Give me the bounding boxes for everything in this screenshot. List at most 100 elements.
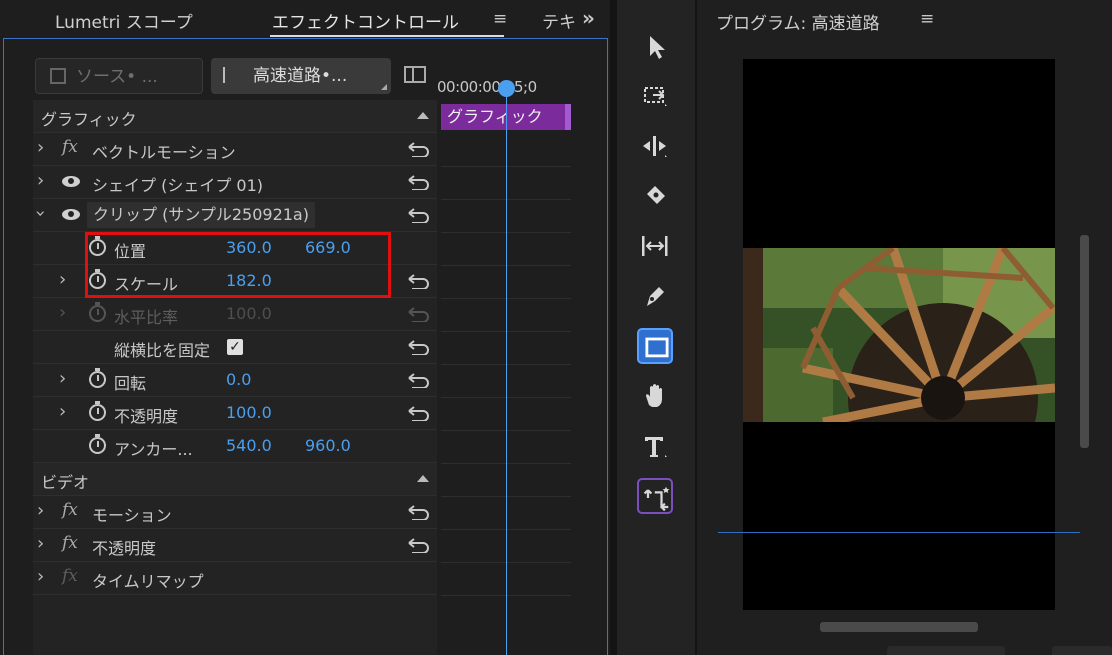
- horizontal-ratio-value: 100.0: [226, 304, 272, 323]
- effect-row-time-remap[interactable]: › fx タイムリマップ: [33, 562, 437, 595]
- active-tab-underline: [270, 35, 504, 37]
- timeline-timecode[interactable]: 00:00:00;05;0: [437, 78, 537, 96]
- sequence-icon: [223, 67, 243, 83]
- effect-name: シェイプ (シェイプ 01): [92, 176, 264, 195]
- reset-icon[interactable]: [406, 537, 430, 553]
- horizontal-scrollbar[interactable]: [820, 622, 978, 632]
- sequence-clip-label: 高速道路•...: [253, 66, 348, 86]
- reset-icon: [408, 307, 429, 322]
- fx-icon[interactable]: fx: [62, 137, 78, 157]
- property-row-lock-ratio[interactable]: 縦横比を固定 ✓: [33, 331, 437, 364]
- collapse-up-icon[interactable]: [417, 112, 429, 119]
- reset-icon[interactable]: [406, 372, 430, 388]
- panel-menu-icon[interactable]: ≡: [920, 9, 934, 29]
- bottom-control[interactable]: [1052, 646, 1112, 655]
- anchor-x-value[interactable]: 540.0: [226, 436, 272, 455]
- chevron-right-icon[interactable]: ›: [37, 170, 44, 191]
- effect-row-motion[interactable]: › fx モーション: [33, 496, 437, 529]
- chevron-right-icon[interactable]: ›: [59, 269, 66, 290]
- property-label: 不透明度: [114, 407, 179, 426]
- tab-effect-controls[interactable]: エフェクトコントロール: [272, 8, 459, 33]
- reset-icon[interactable]: [406, 207, 430, 223]
- dropdown-corner-icon: [381, 84, 387, 90]
- section-video[interactable]: ビデオ: [33, 463, 437, 496]
- pen-tool-icon[interactable]: [637, 278, 673, 314]
- tools-panel: [617, 0, 695, 655]
- playhead-line[interactable]: [506, 86, 507, 655]
- sequence-clip-button[interactable]: 高速道路•...: [211, 58, 391, 94]
- hand-tool-icon[interactable]: [637, 378, 673, 414]
- section-video-label: ビデオ: [41, 473, 90, 492]
- reset-icon[interactable]: [406, 339, 430, 355]
- more-tabs-icon[interactable]: »: [582, 6, 595, 30]
- effect-row-clip[interactable]: › クリップ (サンプル250921a): [30, 199, 437, 232]
- chevron-down-icon[interactable]: ›: [30, 210, 51, 217]
- eye-icon[interactable]: [62, 209, 80, 220]
- stopwatch-icon[interactable]: [89, 368, 106, 388]
- razor-tool-icon[interactable]: [637, 178, 673, 214]
- section-graphic-label: グラフィック: [41, 110, 137, 129]
- reset-icon[interactable]: [406, 504, 430, 520]
- source-clip-button[interactable]: ソース• ...: [35, 58, 203, 94]
- toggle-timeline-icon[interactable]: [404, 66, 426, 83]
- chevron-right-icon[interactable]: ›: [59, 401, 66, 422]
- safe-area-guide-line: [718, 532, 1080, 533]
- stopwatch-icon[interactable]: [89, 434, 106, 454]
- collapse-up-icon[interactable]: [417, 475, 429, 482]
- slip-tool-icon[interactable]: [637, 228, 673, 264]
- opacity-value[interactable]: 100.0: [226, 403, 272, 422]
- tab-text[interactable]: テキ: [542, 8, 576, 33]
- type-tool-icon[interactable]: [637, 428, 673, 464]
- effect-name: 不透明度: [92, 539, 157, 558]
- program-monitor-title[interactable]: プログラム: 高速道路: [716, 9, 880, 34]
- effect-name: クリップ (サンプル250921a): [87, 202, 315, 228]
- source-label: ソース• ...: [76, 67, 158, 87]
- puppet-tool-icon[interactable]: [637, 478, 673, 514]
- effect-row-shape[interactable]: › シェイプ (シェイプ 01): [33, 166, 437, 199]
- fx-icon[interactable]: fx: [62, 566, 78, 586]
- fx-icon[interactable]: fx: [62, 533, 78, 553]
- panel-divider[interactable]: [610, 0, 617, 655]
- rectangle-tool-icon[interactable]: [637, 328, 673, 364]
- reset-icon[interactable]: [406, 141, 430, 157]
- video-frame-waterwheel: [743, 248, 1055, 422]
- effect-row-vector-motion[interactable]: › fx ベクトルモーション: [33, 133, 437, 166]
- fx-icon[interactable]: fx: [62, 500, 78, 520]
- eye-icon[interactable]: [62, 176, 80, 187]
- reset-icon[interactable]: [406, 174, 430, 190]
- chevron-right-icon[interactable]: ›: [37, 566, 44, 587]
- effect-row-opacity[interactable]: › fx 不透明度: [33, 529, 437, 562]
- property-label: 縦横比を固定: [114, 341, 211, 360]
- chevron-right-icon[interactable]: ›: [37, 500, 44, 521]
- vertical-scrollbar[interactable]: [1080, 235, 1089, 448]
- source-grid-icon: [50, 68, 66, 84]
- effect-property-list: グラフィック › fx ベクトルモーション › シェイプ (シェイプ 01) ›…: [30, 100, 437, 655]
- tab-lumetri-scopes[interactable]: Lumetri スコープ: [55, 8, 193, 33]
- effect-name: タイムリマップ: [92, 572, 204, 591]
- reset-icon[interactable]: [406, 405, 430, 421]
- panel-menu-icon[interactable]: ≡: [493, 9, 507, 29]
- property-row-anchor[interactable]: アンカー... 540.0 960.0: [33, 430, 437, 463]
- property-row-horizontal-ratio: › 水平比率 100.0: [33, 298, 437, 331]
- stopwatch-icon[interactable]: [89, 401, 106, 421]
- property-label: アンカー...: [114, 440, 193, 459]
- reset-icon[interactable]: [406, 273, 430, 289]
- rotation-value[interactable]: 0.0: [226, 370, 251, 389]
- anchor-y-value[interactable]: 960.0: [305, 436, 351, 455]
- property-label: 水平比率: [114, 308, 179, 327]
- property-row-rotation[interactable]: › 回転 0.0: [33, 364, 437, 397]
- section-graphic[interactable]: グラフィック: [33, 100, 437, 133]
- chevron-right-icon: ›: [59, 302, 67, 323]
- lock-ratio-checkbox[interactable]: ✓: [227, 339, 243, 355]
- chevron-right-icon[interactable]: ›: [59, 368, 66, 389]
- graphic-clip-handle[interactable]: [565, 104, 571, 130]
- track-select-tool-icon[interactable]: [637, 78, 673, 114]
- playhead-handle[interactable]: [498, 80, 515, 97]
- property-row-opacity[interactable]: › 不透明度 100.0: [33, 397, 437, 430]
- highlight-box: [85, 232, 391, 298]
- selection-tool-icon[interactable]: [637, 28, 673, 64]
- chevron-right-icon[interactable]: ›: [37, 533, 44, 554]
- ripple-edit-tool-icon[interactable]: [637, 128, 673, 164]
- chevron-right-icon[interactable]: ›: [37, 137, 44, 158]
- bottom-control[interactable]: [887, 646, 1005, 655]
